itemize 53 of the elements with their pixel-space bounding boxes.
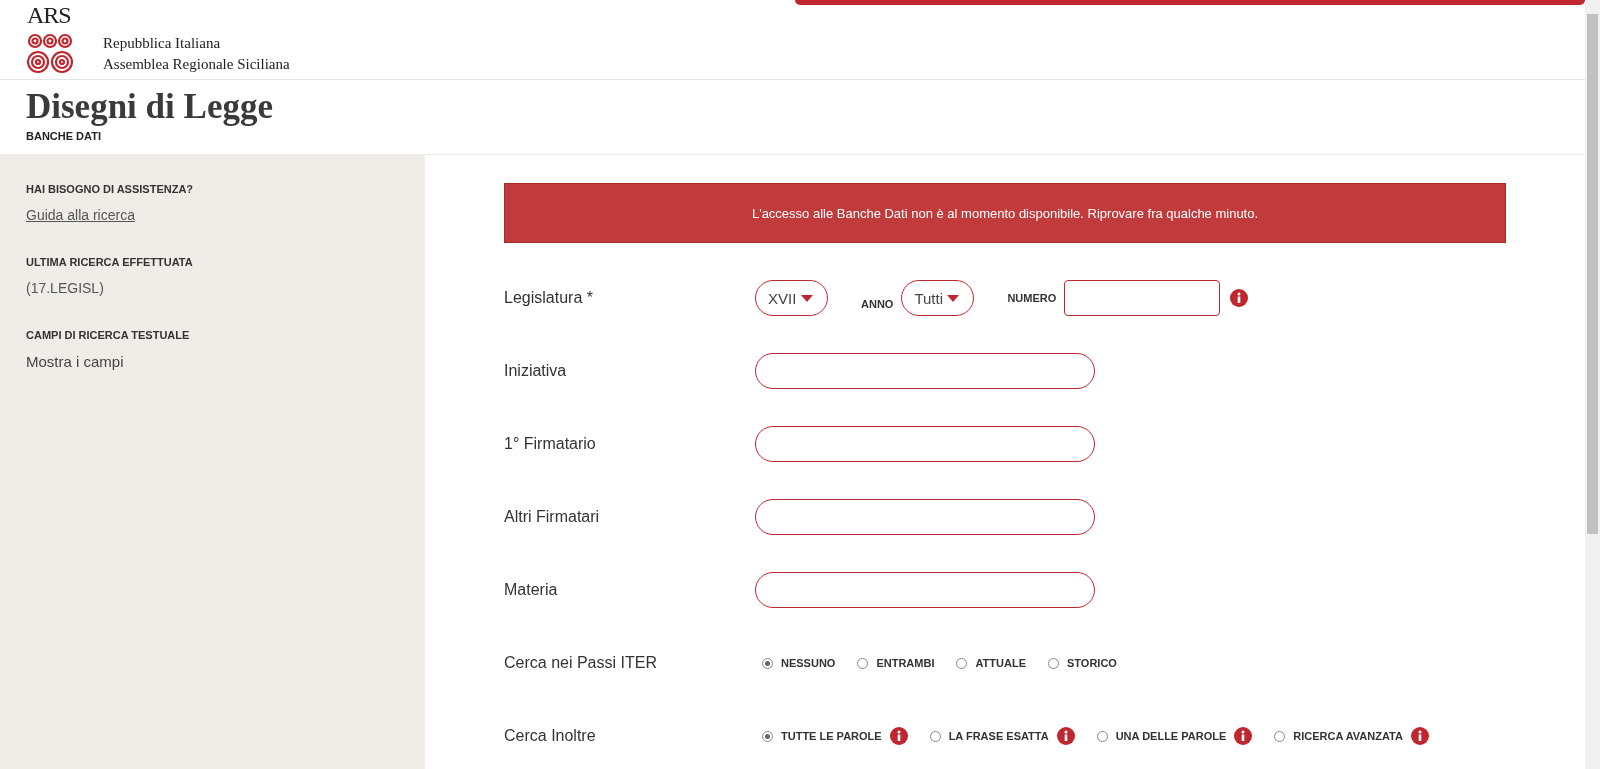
option-label: LA FRASE ESATTA bbox=[948, 730, 1049, 742]
option-label: TUTTE LE PAROLE bbox=[781, 730, 882, 742]
option-label: NESSUNO bbox=[781, 657, 836, 669]
caret-icon bbox=[801, 294, 813, 302]
radio-button[interactable] bbox=[956, 657, 968, 669]
info-icon[interactable] bbox=[889, 727, 908, 745]
info-icon[interactable] bbox=[1056, 727, 1075, 745]
radio-button[interactable] bbox=[929, 730, 941, 742]
institution-name: Assemblea Regionale Siciliana bbox=[103, 56, 290, 73]
caret-icon bbox=[947, 294, 960, 302]
field-label: Altri Firmatari bbox=[504, 508, 601, 526]
radio-button[interactable] bbox=[1048, 657, 1059, 669]
institution-name: Repubblica Italiana bbox=[103, 35, 222, 52]
error-alert: L'accesso alle Banche Dati non è al momento disponibile. Riprovare fra qualche minuto. bbox=[504, 183, 1506, 243]
input-field[interactable] bbox=[755, 499, 1095, 535]
logo-text: ARS bbox=[27, 3, 71, 27]
sidebar-link[interactable]: Mostra i campi bbox=[26, 353, 124, 370]
info-icon[interactable] bbox=[1234, 727, 1253, 745]
radio-button[interactable] bbox=[762, 730, 773, 742]
info-icon[interactable] bbox=[1410, 727, 1429, 745]
radio-button[interactable] bbox=[857, 657, 869, 669]
option-label: ENTRAMBI bbox=[876, 657, 935, 669]
radio-button[interactable] bbox=[1274, 730, 1286, 742]
field-label: Cerca nei Passi ITER bbox=[504, 654, 658, 672]
option-label: UNA DELLE PAROLE bbox=[1115, 730, 1227, 742]
select-dropdown[interactable]: Tutti bbox=[901, 280, 975, 316]
input-field[interactable] bbox=[755, 426, 1095, 462]
logo-drawing bbox=[27, 33, 73, 75]
radio-button[interactable] bbox=[762, 657, 773, 669]
sidebar-heading: HAI BISOGNO DI ASSISTENZA? bbox=[26, 183, 194, 195]
select-dropdown[interactable]: XVII bbox=[755, 280, 828, 316]
sidebar-heading: CAMPI DI RICERCA TESTUALE bbox=[26, 329, 190, 341]
scrollbar[interactable] bbox=[1585, 0, 1600, 769]
input-field[interactable] bbox=[1064, 280, 1221, 316]
field-label: Iniziativa bbox=[504, 362, 568, 380]
option-label: ATTUALE bbox=[975, 657, 1026, 669]
radio-button[interactable] bbox=[1096, 730, 1108, 742]
field-label: 1° Firmatario bbox=[504, 435, 597, 453]
field-label: Materia bbox=[504, 581, 559, 599]
input-field[interactable] bbox=[755, 353, 1095, 389]
option-label: RICERCA AVANZATA bbox=[1293, 730, 1403, 742]
info-icon[interactable] bbox=[1230, 289, 1249, 307]
field-label: Legislatura * bbox=[504, 289, 594, 307]
field-label: Cerca Inoltre bbox=[504, 727, 597, 745]
sidebar-link[interactable]: Guida alla ricerca bbox=[26, 207, 135, 223]
field-label: NUMERO bbox=[1007, 292, 1057, 304]
option-label: STORICO bbox=[1067, 657, 1117, 669]
field-label: ANNO bbox=[861, 298, 894, 312]
page-title: Disegni di Legge bbox=[26, 88, 273, 126]
sidebar-heading: ULTIMA RICERCA EFFETTUATA bbox=[26, 256, 193, 268]
sidebar-text: (17.LEGISL) bbox=[26, 280, 104, 296]
input-field[interactable] bbox=[755, 572, 1095, 608]
page-subtitle: BANCHE DATI bbox=[26, 130, 102, 142]
